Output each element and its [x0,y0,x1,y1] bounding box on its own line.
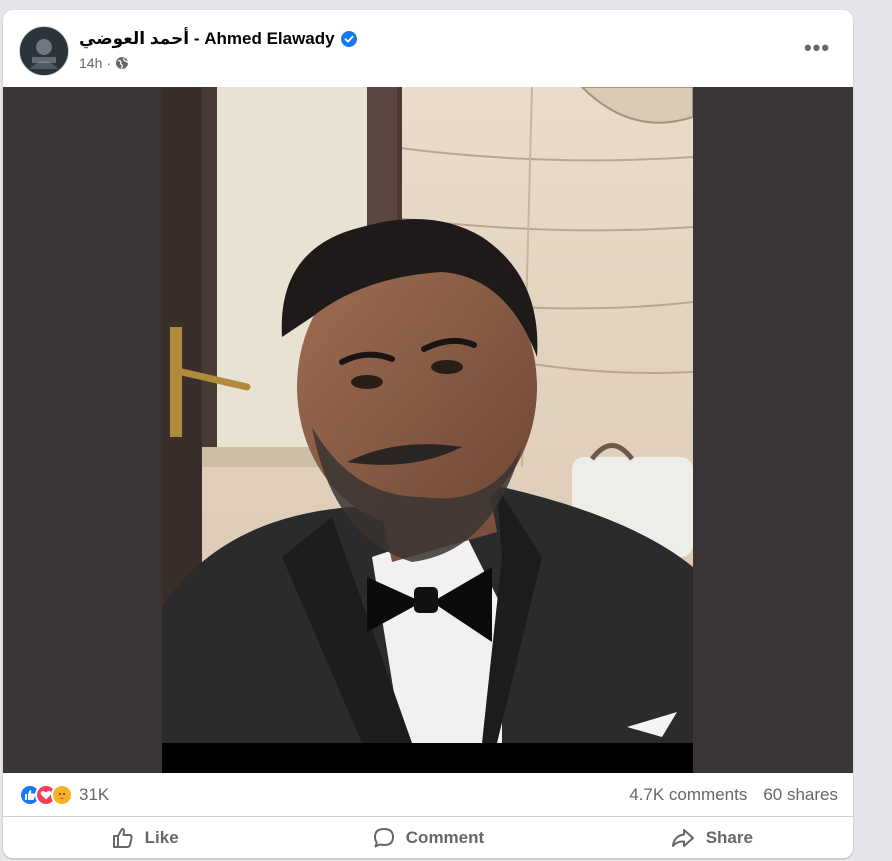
reactions-summary[interactable]: 31K [19,783,109,807]
verified-badge-icon [340,31,357,47]
engagement-counts: 4.7K comments 60 shares [629,783,838,807]
share-arrow-icon [670,826,696,850]
share-button[interactable]: Share [570,817,853,858]
author-name-row: أحمد العوضي - Ahmed Elawady [79,28,357,50]
post-meta: 14h · [79,54,129,72]
reaction-count[interactable]: 31K [79,785,109,805]
globe-icon[interactable] [115,56,129,70]
like-label: Like [144,827,179,847]
comment-bubble-icon [372,826,396,850]
like-button[interactable]: Like [3,817,286,858]
meta-separator: · [106,55,112,71]
post-actions: Like Comment Share [3,817,853,858]
thumbs-up-icon [111,826,135,850]
post-header: أحمد العوضي - Ahmed Elawady 14h · ••• [3,10,853,87]
more-icon: ••• [803,35,831,60]
post-timestamp[interactable]: 14h [79,55,102,71]
shares-count[interactable]: 60 shares [763,785,838,805]
post-card: أحمد العوضي - Ahmed Elawady 14h · ••• 31… [3,10,853,858]
author-name[interactable]: أحمد العوضي - Ahmed Elawady [79,29,335,49]
comment-button[interactable]: Comment [286,817,569,858]
comments-count[interactable]: 4.7K comments [629,785,747,805]
more-options-button[interactable]: ••• [799,34,835,62]
care-reaction-icon [51,784,73,806]
share-label: Share [705,827,753,847]
author-avatar[interactable] [19,26,69,76]
post-stats: 31K 4.7K comments 60 shares [3,773,853,817]
post-photo[interactable] [162,87,693,773]
comment-label: Comment [405,827,485,847]
post-media[interactable] [3,87,853,773]
